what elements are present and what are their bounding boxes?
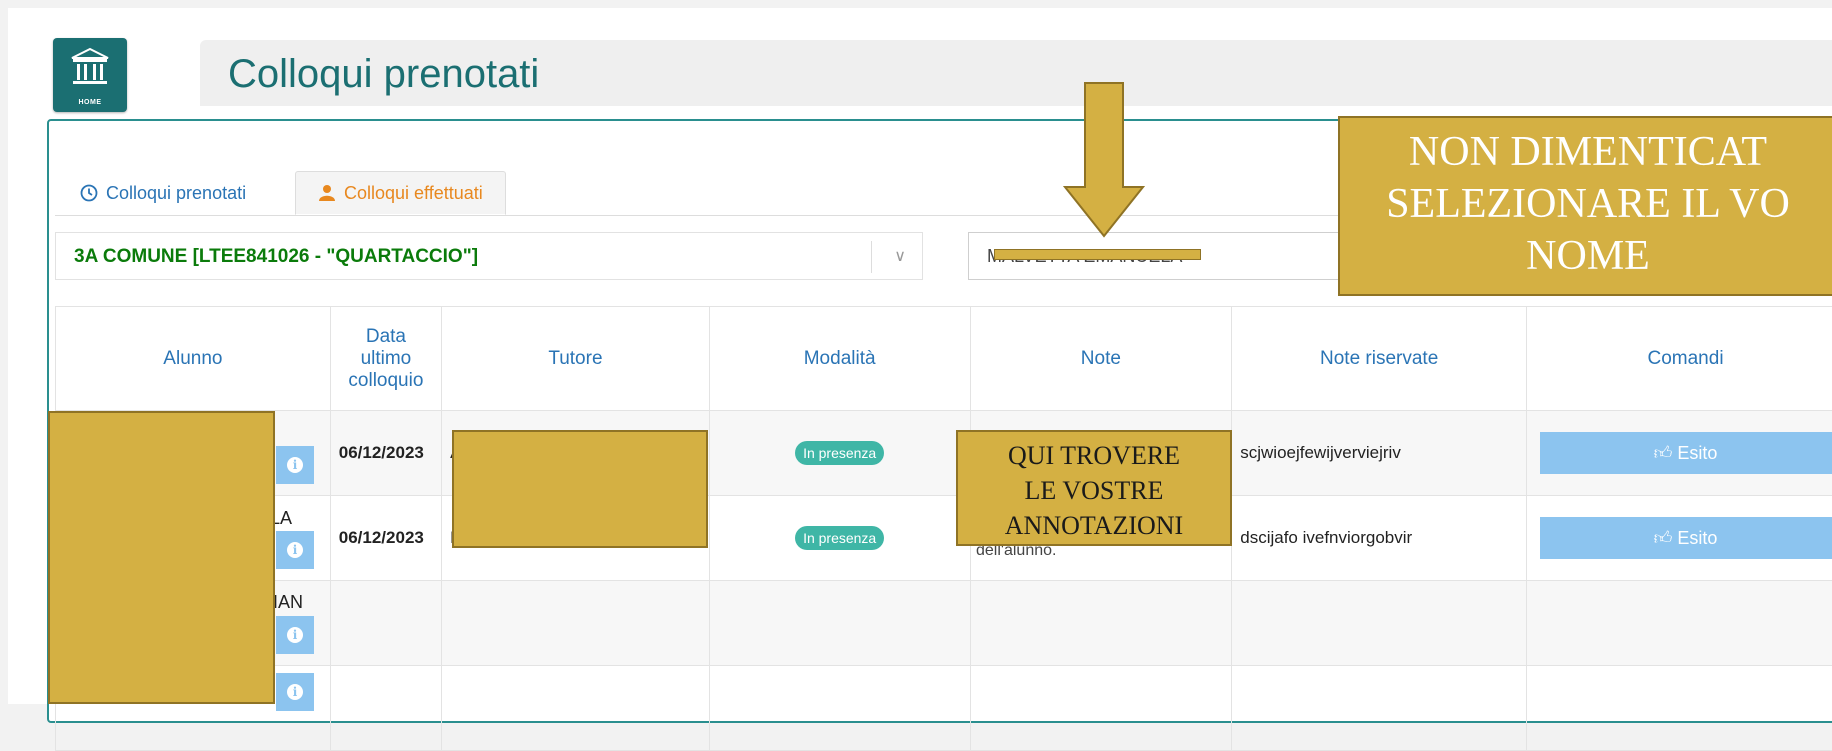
- student-info-button[interactable]: i: [276, 531, 314, 569]
- info-icon: i: [287, 684, 303, 700]
- column-header-comandi: Comandi: [1527, 307, 1832, 411]
- column-header-note[interactable]: Note: [970, 307, 1232, 411]
- cell-comandi: [1527, 581, 1832, 666]
- mode-badge: In presenza: [795, 526, 884, 550]
- mode-badge: In presenza: [795, 441, 884, 465]
- esito-label: Esito: [1677, 528, 1717, 548]
- column-header-modalita[interactable]: Modalità: [709, 307, 970, 411]
- thumbs-up-icon: 👍︎: [1654, 443, 1673, 463]
- cell-modalita: In presenza: [709, 496, 970, 581]
- cell-date: 06/12/2023: [330, 411, 441, 496]
- column-header-tutore[interactable]: Tutore: [442, 307, 710, 411]
- student-info-button[interactable]: i: [276, 446, 314, 484]
- cell-tutore: [442, 666, 710, 751]
- redaction-box-students: [48, 411, 275, 704]
- class-select[interactable]: 3A COMUNE [LTEE841026 - "QUARTACCIO"] ∨: [55, 232, 923, 280]
- callout-select-name: NON DIMENTICAT SELEZIONARE IL VO NOME: [1338, 116, 1832, 296]
- clock-icon: [80, 184, 98, 202]
- esito-button[interactable]: 👍︎ Esito: [1540, 517, 1832, 559]
- table-row: 06/12/2023 A In presenza scjwioejfewijve…: [56, 411, 1832, 496]
- cell-date: [330, 581, 441, 666]
- table-header-row: Alunno Data ultimo colloquio Tutore Moda…: [56, 307, 1832, 411]
- redaction-bar: [994, 249, 1201, 260]
- cell-date: 06/12/2023: [330, 496, 441, 581]
- cell-note: [970, 666, 1232, 751]
- table-row: [56, 666, 1832, 751]
- cell-note-riservate: dscijafo ivefnviorgobvir: [1232, 496, 1527, 581]
- colloqui-table: Alunno Data ultimo colloquio Tutore Moda…: [55, 306, 1832, 751]
- class-select-value: 3A COMUNE [LTEE841026 - "QUARTACCIO"]: [74, 246, 478, 268]
- student-info-button[interactable]: i: [276, 616, 314, 654]
- arrow-down-icon: [1063, 82, 1145, 238]
- column-header-data[interactable]: Data ultimo colloquio: [330, 307, 441, 411]
- cell-note-riservate: scjwioejfewijverviejriv: [1232, 411, 1527, 496]
- user-icon: [318, 184, 336, 202]
- tab-colloqui-effettuati[interactable]: Colloqui effettuati: [295, 171, 506, 215]
- column-header-note-riservate[interactable]: Note riservate: [1232, 307, 1527, 411]
- select-separator: [871, 241, 872, 273]
- title-bar: Colloqui prenotati: [200, 40, 1832, 106]
- thumbs-up-icon: 👍︎: [1654, 528, 1673, 548]
- cell-comandi: 👍︎ Esito: [1527, 411, 1832, 496]
- cell-note: [970, 581, 1232, 666]
- page-title: Colloqui prenotati: [228, 52, 539, 97]
- cell-date: [330, 666, 441, 751]
- tab-label: Colloqui effettuati: [344, 183, 483, 204]
- column-header-alunno[interactable]: Alunno: [56, 307, 331, 411]
- info-icon: i: [287, 627, 303, 643]
- table-row: 06/12/2023 D In presenza dscijafo ivefnv…: [56, 496, 1832, 581]
- esito-label: Esito: [1677, 443, 1717, 463]
- tab-colloqui-prenotati[interactable]: Colloqui prenotati: [58, 171, 268, 215]
- cell-modalita: [709, 666, 970, 751]
- student-info-button[interactable]: i: [276, 673, 314, 711]
- cell-tutore: [442, 581, 710, 666]
- tab-label: Colloqui prenotati: [106, 183, 246, 204]
- chevron-down-icon[interactable]: ∨: [894, 246, 906, 266]
- cell-modalita: In presenza: [709, 411, 970, 496]
- table-row: [56, 581, 1832, 666]
- redaction-box-tutors: [452, 430, 708, 548]
- callout-annotations: QUI TROVERE LE VOSTRE ANNOTAZIONI: [956, 430, 1232, 546]
- info-icon: i: [287, 542, 303, 558]
- esito-button[interactable]: 👍︎ Esito: [1540, 432, 1832, 474]
- info-icon: i: [287, 457, 303, 473]
- cell-note-riservate: [1232, 581, 1527, 666]
- home-button[interactable]: HOME: [53, 38, 127, 112]
- cell-comandi: 👍︎ Esito: [1527, 496, 1832, 581]
- cell-comandi: [1527, 666, 1832, 751]
- cell-modalita: [709, 581, 970, 666]
- home-label: HOME: [53, 99, 127, 106]
- institution-icon: [68, 46, 112, 90]
- cell-note-riservate: [1232, 666, 1527, 751]
